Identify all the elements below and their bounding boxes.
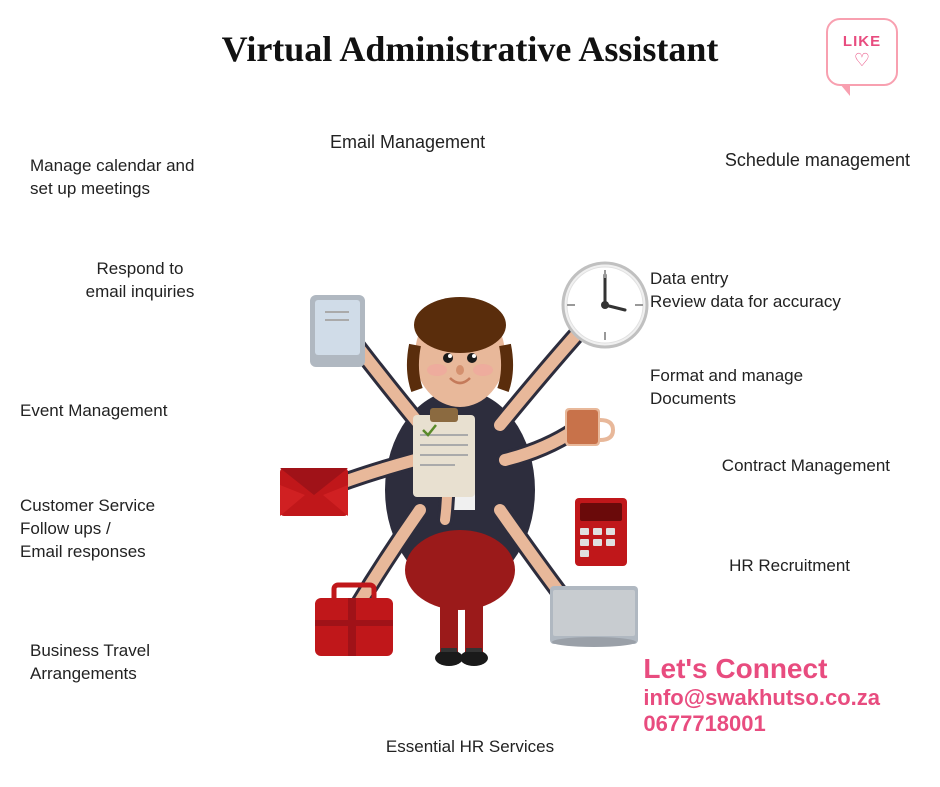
respond-email-label: Respond toemail inquiries bbox=[40, 258, 240, 304]
contract-management-label: Contract Management bbox=[722, 455, 890, 478]
page: Virtual Administrative Assistant LIKE ♡ … bbox=[0, 0, 940, 787]
connect-email: info@swakhutso.co.za bbox=[643, 685, 880, 711]
like-heart-icon: ♡ bbox=[854, 50, 870, 71]
manage-calendar-label: Manage calendar andset up meetings bbox=[30, 155, 250, 201]
like-bubble: LIKE ♡ bbox=[826, 18, 898, 86]
business-travel-label: Business TravelArrangements bbox=[30, 640, 250, 686]
event-management-label: Event Management bbox=[20, 400, 167, 423]
customer-service-label: Customer ServiceFollow ups /Email respon… bbox=[20, 495, 240, 564]
page-title: Virtual Administrative Assistant bbox=[222, 28, 719, 70]
connect-phone: 0677718001 bbox=[643, 711, 880, 737]
like-text: LIKE bbox=[843, 33, 881, 50]
essential-hr-label: Essential HR Services bbox=[386, 736, 554, 759]
schedule-management-label: Schedule management bbox=[725, 148, 910, 172]
central-figure bbox=[230, 120, 690, 680]
hr-recruitment-label: HR Recruitment bbox=[729, 555, 850, 578]
